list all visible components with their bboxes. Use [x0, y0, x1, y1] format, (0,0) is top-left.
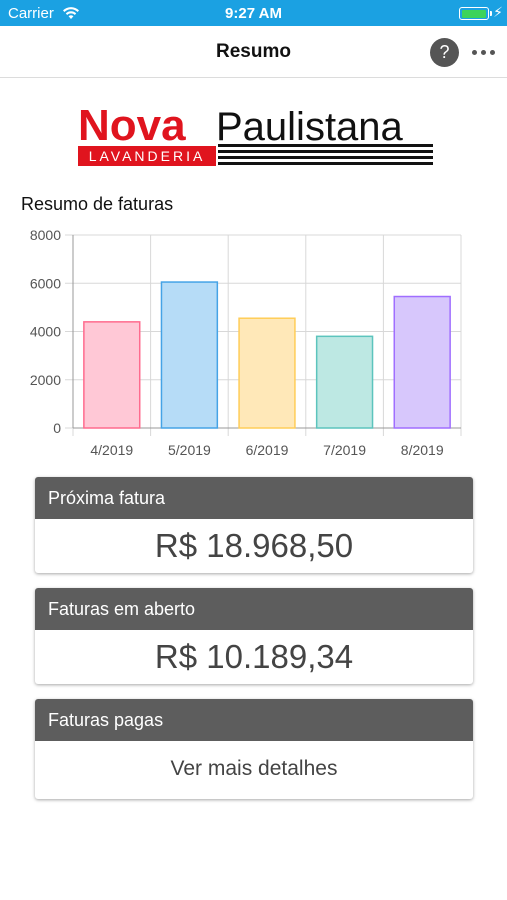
navigation-bar: Resumo ? — [0, 26, 507, 78]
paid-invoices-card: Faturas pagas Ver mais detalhes — [35, 699, 473, 799]
help-button[interactable]: ? — [430, 38, 459, 67]
x-tick-label: 8/2019 — [401, 442, 444, 458]
ellipsis-icon-dot — [481, 50, 486, 55]
next-invoice-header: Próxima fatura — [35, 477, 473, 519]
x-tick-label: 5/2019 — [168, 442, 211, 458]
y-tick-label: 0 — [53, 420, 61, 436]
x-tick-label: 7/2019 — [323, 442, 366, 458]
next-invoice-body: R$ 18.968,50 — [35, 519, 473, 573]
ellipsis-icon — [472, 50, 477, 55]
x-tick-label: 4/2019 — [90, 442, 133, 458]
battery-cap — [490, 11, 492, 16]
open-invoices-amount: R$ 10.189,34 — [154, 638, 354, 675]
status-bar: Carrier 9:27 AM ⚡ — [0, 0, 507, 26]
next-invoice-card: Próxima fatura R$ 18.968,50 — [35, 477, 473, 573]
charging-bolt-icon: ⚡ — [493, 4, 503, 20]
bar-5-2019 — [160, 281, 219, 429]
logo-word-nova: Nova — [78, 101, 186, 150]
logo-word-paulistana: Paulistana — [216, 105, 404, 149]
summary-title: Resumo de faturas — [21, 194, 174, 214]
paid-invoices-header: Faturas pagas — [35, 699, 473, 741]
y-tick-label: 6000 — [30, 275, 61, 291]
invoices-bar-chart: 8000 6000 4000 2000 0 4/2019 5/2019 6/2019 7/201… — [30, 227, 462, 458]
open-invoices-card: Faturas em aberto R$ 10.189,34 — [35, 588, 473, 684]
x-tick-label: 6/2019 — [246, 442, 289, 458]
clock: 9:27 AM — [225, 5, 282, 22]
y-tick-label: 2000 — [30, 372, 61, 388]
bar-7-2019 — [315, 335, 374, 429]
bar-6-2019 — [238, 317, 296, 429]
y-tick-label: 8000 — [30, 227, 61, 243]
battery-icon — [459, 7, 489, 20]
more-options-button[interactable] — [470, 43, 498, 61]
y-tick-label: 4000 — [30, 324, 61, 340]
paid-invoices-body[interactable]: Ver mais detalhes — [35, 741, 473, 799]
bar-8-2019 — [393, 295, 451, 429]
bar-4-2019 — [83, 321, 141, 429]
see-more-details-link[interactable]: Ver mais detalhes — [171, 757, 338, 780]
brand-logo: Nova Paulistana LAVANDERIA — [78, 100, 433, 170]
open-invoices-body: R$ 10.189,34 — [35, 630, 473, 684]
next-invoice-amount: R$ 18.968,50 — [154, 527, 354, 564]
logo-subtitle: LAVANDERIA — [89, 148, 206, 164]
open-invoices-header: Faturas em aberto — [35, 588, 473, 630]
battery-level — [461, 9, 486, 18]
ellipsis-icon-dot — [490, 50, 495, 55]
